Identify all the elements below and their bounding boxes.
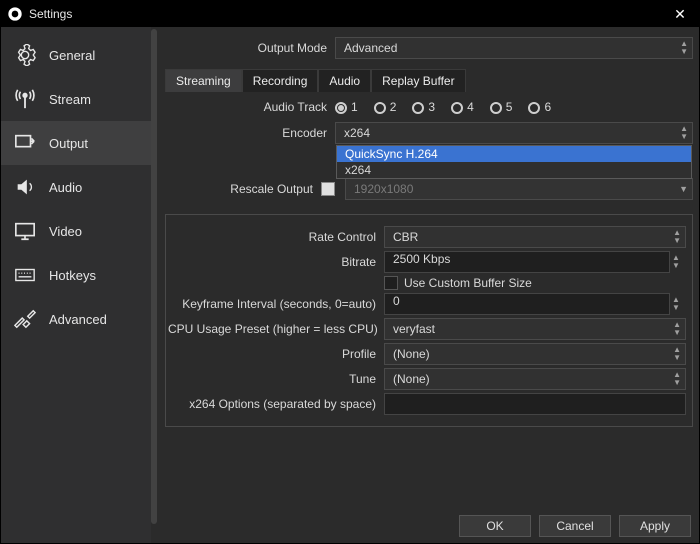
updown-icon: ▲▼: [680, 125, 688, 141]
x264-opts-input[interactable]: [384, 393, 686, 415]
encoder-option-quicksync[interactable]: QuickSync H.264: [337, 146, 691, 162]
close-icon[interactable]: ✕: [667, 1, 693, 27]
encoder-value: x264: [344, 126, 370, 140]
radio-icon: [451, 102, 463, 114]
rescale-row: Rescale Output 1920x1080 ▼: [165, 178, 693, 200]
radio-icon: [335, 102, 347, 114]
tools-icon: [13, 307, 37, 331]
output-mode-row: Output Mode Advanced ▲▼: [165, 37, 693, 59]
radio-icon: [374, 102, 386, 114]
tune-select[interactable]: (None) ▲▼: [384, 368, 686, 390]
audio-track-2[interactable]: 2: [374, 100, 397, 114]
encoder-settings-panel: Rate Control CBR ▲▼ Bitrate 2500 Kbps ▲▼…: [165, 214, 693, 427]
tab-replay-buffer[interactable]: Replay Buffer: [371, 69, 466, 92]
encoder-dropdown: QuickSync H.264 x264: [336, 145, 692, 179]
audio-track-row: Audio Track 1 2 3 4 5 6: [165, 100, 693, 114]
rescale-value: 1920x1080: [354, 182, 413, 196]
sidebar-item-label: Advanced: [49, 312, 107, 327]
audio-track-5[interactable]: 5: [490, 100, 513, 114]
keyboard-icon: [13, 263, 37, 287]
sidebar: General Stream Output Audio Video: [1, 27, 151, 543]
audio-track-4[interactable]: 4: [451, 100, 474, 114]
radio-icon: [412, 102, 424, 114]
broadcast-icon: [13, 87, 37, 111]
encoder-row: Encoder x264 ▲▼ QuickSync H.264 x264: [165, 122, 693, 144]
updown-icon: ▲▼: [673, 346, 681, 362]
rate-control-select[interactable]: CBR ▲▼: [384, 226, 686, 248]
updown-icon: ▲▼: [680, 40, 688, 56]
sidebar-item-label: Video: [49, 224, 82, 239]
keyframe-spinner[interactable]: ▲▼: [672, 296, 686, 312]
titlebar: Settings ✕: [1, 1, 699, 27]
encoder-select[interactable]: x264 ▲▼ QuickSync H.264 x264: [335, 122, 693, 144]
cancel-button[interactable]: Cancel: [539, 515, 611, 537]
output-mode-value: Advanced: [344, 41, 397, 55]
audio-track-1[interactable]: 1: [335, 100, 358, 114]
updown-icon: ▲▼: [673, 321, 681, 337]
profile-label: Profile: [168, 347, 384, 361]
output-mode-select[interactable]: Advanced ▲▼: [335, 37, 693, 59]
rescale-label: Rescale Output: [165, 182, 321, 196]
app-logo-icon: [7, 6, 23, 22]
updown-icon: ▲▼: [673, 229, 681, 245]
output-mode-label: Output Mode: [165, 41, 335, 55]
audio-track-3[interactable]: 3: [412, 100, 435, 114]
output-tabs: Streaming Recording Audio Replay Buffer: [165, 69, 693, 92]
ok-button[interactable]: OK: [459, 515, 531, 537]
sidebar-item-advanced[interactable]: Advanced: [1, 297, 151, 341]
audio-track-6[interactable]: 6: [528, 100, 551, 114]
bitrate-spinner[interactable]: ▲▼: [672, 254, 686, 270]
bitrate-input[interactable]: 2500 Kbps: [384, 251, 670, 273]
cpu-preset-label: CPU Usage Preset (higher = less CPU): [168, 322, 384, 336]
gear-icon: [13, 43, 37, 67]
profile-select[interactable]: (None) ▲▼: [384, 343, 686, 365]
sidebar-item-output[interactable]: Output: [1, 121, 151, 165]
chevron-down-icon: ▼: [672, 304, 686, 312]
custom-buffer-checkbox[interactable]: [384, 276, 398, 290]
encoder-label: Encoder: [165, 126, 335, 140]
audio-track-label: Audio Track: [165, 100, 335, 114]
apply-button[interactable]: Apply: [619, 515, 691, 537]
radio-icon: [490, 102, 502, 114]
sidebar-item-audio[interactable]: Audio: [1, 165, 151, 209]
x264-opts-label: x264 Options (separated by space): [168, 397, 384, 411]
sidebar-item-label: Audio: [49, 180, 82, 195]
monitor-icon: [13, 219, 37, 243]
window-title: Settings: [29, 7, 72, 21]
sidebar-item-label: Hotkeys: [49, 268, 96, 283]
keyframe-label: Keyframe Interval (seconds, 0=auto): [168, 297, 384, 311]
sidebar-item-video[interactable]: Video: [1, 209, 151, 253]
content-area: Output Mode Advanced ▲▼ Streaming Record…: [151, 27, 699, 543]
tab-recording[interactable]: Recording: [242, 69, 319, 92]
rate-control-label: Rate Control: [168, 230, 384, 244]
cpu-preset-select[interactable]: veryfast ▲▼: [384, 318, 686, 340]
keyframe-input[interactable]: 0: [384, 293, 670, 315]
tune-label: Tune: [168, 372, 384, 386]
tab-streaming[interactable]: Streaming: [165, 69, 242, 92]
rescale-value-select[interactable]: 1920x1080 ▼: [345, 178, 693, 200]
dialog-buttons: OK Cancel Apply: [459, 515, 691, 537]
encoder-option-x264[interactable]: x264: [337, 162, 691, 178]
tab-audio[interactable]: Audio: [318, 69, 371, 92]
sidebar-item-label: Stream: [49, 92, 91, 107]
output-icon: [13, 131, 37, 155]
sidebar-item-hotkeys[interactable]: Hotkeys: [1, 253, 151, 297]
custom-buffer-label: Use Custom Buffer Size: [404, 276, 532, 290]
sidebar-item-label: Output: [49, 136, 88, 151]
chevron-down-icon: ▼: [672, 262, 686, 270]
chevron-down-icon: ▼: [679, 184, 688, 194]
speaker-icon: [13, 175, 37, 199]
radio-icon: [528, 102, 540, 114]
rescale-checkbox[interactable]: [321, 182, 335, 196]
sidebar-item-general[interactable]: General: [1, 33, 151, 77]
sidebar-item-stream[interactable]: Stream: [1, 77, 151, 121]
sidebar-item-label: General: [49, 48, 95, 63]
updown-icon: ▲▼: [673, 371, 681, 387]
bitrate-label: Bitrate: [168, 255, 384, 269]
